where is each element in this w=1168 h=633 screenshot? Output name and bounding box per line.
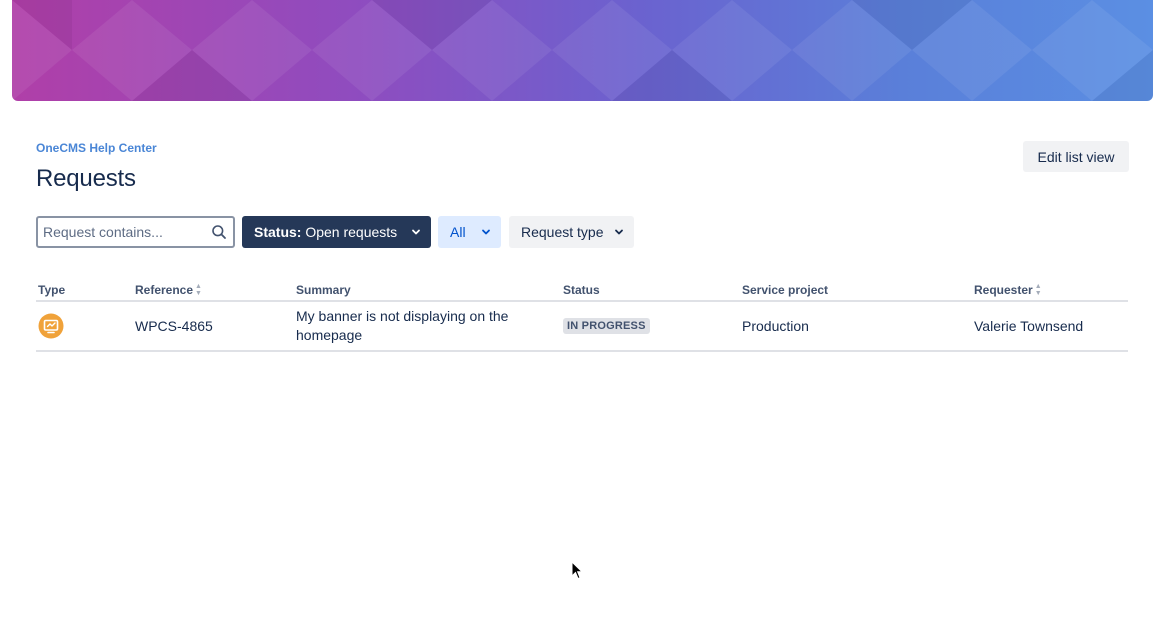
row-requester: Valerie Townsend [974,318,1084,334]
column-header-requester-label: Requester [974,283,1033,297]
column-header-summary: Summary [296,283,351,297]
table-row[interactable]: WPCS-4865 My banner is not displaying on… [36,302,1128,352]
status-filter-dropdown[interactable]: Status: Open requests [242,216,431,248]
row-status-cell: IN PROGRESS [563,302,650,350]
row-summary[interactable]: My banner is not displaying on the homep… [296,307,536,345]
column-header-summary-label: Summary [296,283,351,297]
chevron-down-icon [412,229,420,235]
status-filter-value: Open requests [305,224,398,240]
search-input[interactable] [38,224,198,240]
column-header-type-label: Type [38,283,66,297]
request-type-icon [38,313,64,339]
banner-pattern [12,0,1153,101]
search-box [36,216,235,248]
row-service-project: Production [742,318,809,334]
column-header-type: Type [38,283,65,297]
search-icon[interactable] [211,224,227,240]
page-title: Requests [36,165,136,192]
column-header-status: Status [563,283,600,297]
scope-filter-value: All [450,224,466,240]
column-header-reference-label: Reference [135,283,194,297]
row-reference[interactable]: WPCS-4865 [135,302,213,350]
row-summary-cell: My banner is not displaying on the homep… [296,302,536,350]
column-header-reference[interactable]: Reference ▲ ▼ [135,283,202,297]
column-header-service-project: Service project [742,283,828,297]
sort-icon: ▲ ▼ [195,283,202,297]
column-header-service-project-label: Service project [742,283,829,297]
status-filter-label: Status: [254,224,302,240]
chevron-down-icon [615,229,623,235]
sort-icon: ▲ ▼ [1034,283,1042,297]
table-header: Type Reference ▲ ▼ Summary Status Service… [36,280,1128,302]
row-type-cell [38,302,64,350]
column-header-requester[interactable]: Requester ▲ ▼ [974,283,1042,297]
chevron-down-icon [482,229,490,235]
scope-filter-dropdown[interactable]: All [438,216,501,248]
breadcrumb-help-center[interactable]: OneCMS Help Center [36,141,157,155]
request-type-filter-dropdown[interactable]: Request type [509,216,634,248]
requests-table: Type Reference ▲ ▼ Summary Status Service… [36,280,1128,352]
request-type-filter-value: Request type [521,224,604,240]
status-badge: IN PROGRESS [563,318,650,334]
column-header-status-label: Status [563,283,600,297]
header-banner [12,0,1153,101]
edit-list-view-button[interactable]: Edit list view [1023,141,1129,172]
mouse-cursor-icon [571,561,583,580]
